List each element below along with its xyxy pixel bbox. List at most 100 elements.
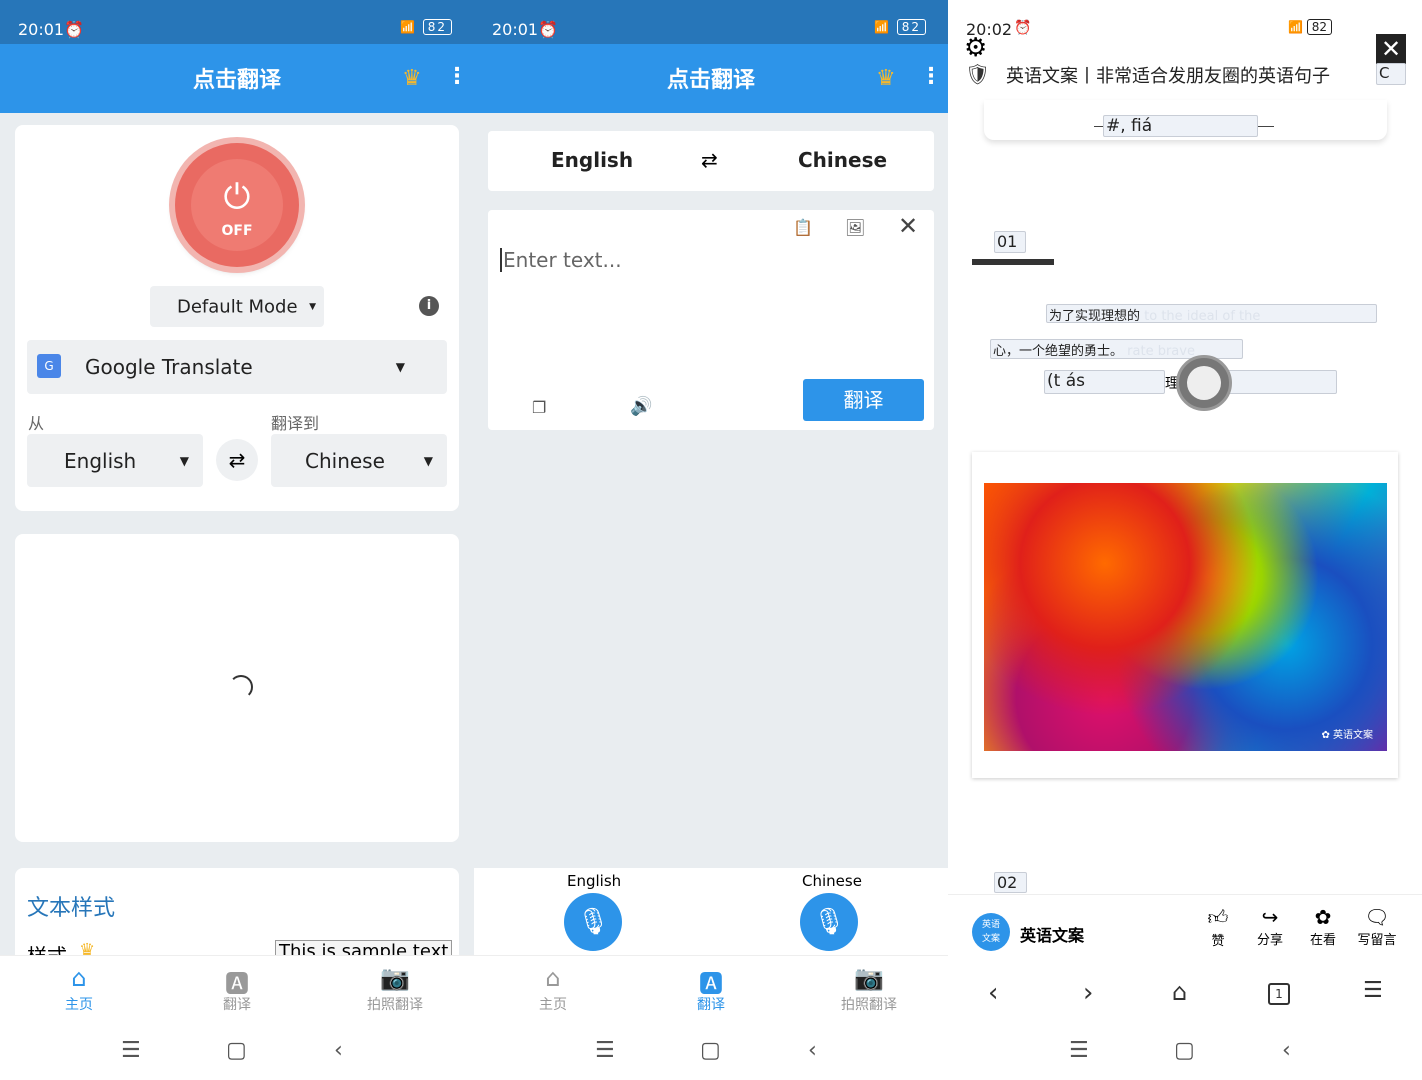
tabs-button[interactable]: 1 [1268, 983, 1290, 1005]
engine-dropdown[interactable]: G Google Translate ▼ [27, 340, 447, 394]
loading-spinner-icon [229, 675, 253, 699]
ad-card [15, 534, 459, 842]
info-icon[interactable]: i [419, 296, 439, 316]
app-bar: 点击翻译 ♛ ⋮ [474, 44, 948, 113]
like-button[interactable]: 👍︎ 赞 [1198, 905, 1238, 949]
line-ghost: rate brave [1127, 344, 1195, 359]
mode-dropdown[interactable]: Default Mode ▼ [150, 286, 324, 327]
panel-article: 20:02 ⏰ 📶 82 ⚙ 🛡 英语文案丨非常适合发朋友圈的英语句子 ✕ C … [948, 0, 1422, 1080]
avatar-text: 英语文案 [981, 920, 1000, 944]
panel-home: 20:01 ⏰ 📶 82 点击翻译 ♛ ⋮ ⏻ OFF Default Mode… [0, 0, 474, 1080]
copy-icon[interactable]: ❐ [532, 398, 546, 417]
account-avatar[interactable]: 英语文案 [972, 913, 1010, 951]
action-label: 赞 [1211, 934, 1225, 949]
more-icon[interactable]: ⋮ [920, 64, 942, 89]
nav-home[interactable]: ⌂ 主页 [493, 964, 613, 1014]
mic-chinese-button[interactable]: 🎙 [800, 893, 858, 951]
home-icon: ⌂ [545, 964, 561, 992]
nav-photo-translate[interactable]: 📷 拍照翻译 [809, 964, 929, 1014]
swap-icon[interactable]: ⇄ [701, 148, 718, 172]
status-bar: 20:01 ⏰ 📶 82 [474, 0, 948, 44]
to-label: 翻译到 [271, 414, 320, 433]
engine-label: Google Translate [85, 355, 253, 379]
home-icon[interactable]: ⌂ [1172, 978, 1187, 1006]
speaker-icon[interactable]: 🔊 [630, 396, 652, 417]
from-language-button[interactable]: English [551, 148, 633, 172]
app-bar: 点击翻译 ♛ ⋮ [0, 44, 474, 113]
clock: 20:01 [18, 20, 65, 39]
nav-label: 翻译 [223, 997, 251, 1013]
account-name[interactable]: 英语文案 [1020, 922, 1084, 946]
bottom-nav: ⌂ 主页 🅰 翻译 📷 拍照翻译 [0, 955, 474, 1030]
back-icon[interactable]: ‹ [808, 1038, 817, 1063]
translate-button[interactable]: 翻译 [803, 379, 924, 421]
home-square-icon[interactable]: ▢ [226, 1038, 247, 1063]
floating-avatar-button[interactable] [1176, 355, 1232, 411]
back-icon[interactable]: ‹ [1282, 1038, 1291, 1063]
menu-icon[interactable]: ☰ [121, 1038, 141, 1063]
mic-right-label: Chinese [802, 872, 862, 890]
alarm-icon: ⏰ [1014, 20, 1032, 36]
menu-icon[interactable]: ☰ [1363, 978, 1383, 1003]
line-text: 为了实现理想的 [1049, 309, 1141, 324]
overlay-text: #, fiá [1103, 115, 1258, 137]
share-button[interactable]: ↪ 分享 [1250, 905, 1290, 948]
watermark-text: 英语文案 [1333, 730, 1373, 741]
settings-card: ⏻ OFF Default Mode ▼ i G Google Translate… [15, 125, 459, 511]
image-icon[interactable]: 🖼 [845, 218, 865, 237]
power-button[interactable]: ⏻ OFF [175, 143, 299, 267]
input-card: 📋 🖼 ✕ Enter text... ❐ 🔊 翻译 [488, 210, 934, 430]
crown-icon[interactable]: ♛ [402, 66, 422, 91]
mode-label: Default Mode [177, 296, 298, 317]
battery: 82 [896, 19, 926, 35]
home-icon: ⌂ [71, 964, 87, 992]
home-square-icon[interactable]: ▢ [700, 1038, 721, 1063]
signal-icons: 📶 82 [1288, 19, 1333, 35]
from-language-dropdown[interactable]: English ▼ [27, 434, 203, 487]
mic-english-button[interactable]: 🎙 [564, 893, 622, 951]
power-icon: ⏻ [223, 177, 251, 217]
flower-icon: ✿ [1314, 905, 1332, 929]
crown-icon[interactable]: ♛ [876, 66, 896, 91]
nav-photo-translate[interactable]: 📷 拍照翻译 [335, 964, 455, 1014]
paste-icon[interactable]: 📋 [793, 218, 813, 237]
translated-line-1: 为了实现理想的 to the ideal of the [1046, 304, 1377, 324]
wow-button[interactable]: ✿ 在看 [1303, 905, 1343, 948]
thumbs-up-icon: 👍︎ [1207, 905, 1229, 929]
line-text: 心，一个绝望的勇士。 [993, 344, 1124, 359]
nav-translate[interactable]: 🅰 翻译 [177, 964, 297, 1014]
close-overlay-button[interactable]: ✕ [1376, 34, 1406, 64]
nav-translate[interactable]: 🅰 翻译 [651, 964, 771, 1014]
alarm-icon: ⏰ [538, 20, 558, 39]
translated-line-3: (t ás [1044, 370, 1165, 394]
nav-home[interactable]: ⌂ 主页 [19, 964, 139, 1014]
nav-label: 拍照翻译 [841, 997, 897, 1013]
comment-button[interactable]: 🗨 写留言 [1352, 905, 1402, 948]
forward-icon[interactable]: › [1083, 978, 1093, 1008]
mic-left-label: English [567, 872, 622, 890]
more-icon[interactable]: ⋮ [446, 64, 468, 89]
camera-icon: 📷 [380, 964, 410, 992]
back-icon[interactable]: ‹ [334, 1038, 343, 1063]
system-nav: ☰ ▢ ‹ [474, 1030, 948, 1080]
article-image[interactable]: ✿ 英语文案 [984, 483, 1387, 751]
settings-gear-icon[interactable]: ⚙ [964, 33, 987, 63]
nav-label: 主页 [539, 997, 567, 1013]
back-icon[interactable]: ‹ [988, 978, 998, 1008]
clock: 20:01 [492, 20, 539, 39]
article-title: 英语文案丨非常适合发朋友圈的英语句子 [1006, 66, 1330, 87]
menu-icon[interactable]: ☰ [595, 1038, 615, 1063]
text-input[interactable]: Enter text... [500, 248, 920, 272]
browser-toolbar: ‹ › ⌂ 1 ☰ [948, 966, 1422, 1026]
to-language-button[interactable]: Chinese [798, 148, 887, 172]
home-square-icon[interactable]: ▢ [1174, 1038, 1195, 1063]
voice-bar: English 🎙 Chinese 🎙 [474, 868, 948, 955]
shield-check-icon: 🛡 [965, 62, 991, 86]
comment-icon: 🗨 [1364, 905, 1390, 929]
menu-icon[interactable]: ☰ [1069, 1038, 1089, 1063]
share-icon: ↪ [1261, 905, 1279, 929]
system-nav: ☰ ▢ ‹ [948, 1030, 1422, 1080]
close-icon[interactable]: ✕ [898, 212, 918, 240]
to-language-dropdown[interactable]: Chinese ▼ [271, 434, 447, 487]
swap-icon[interactable]: ⇄ [216, 439, 258, 481]
